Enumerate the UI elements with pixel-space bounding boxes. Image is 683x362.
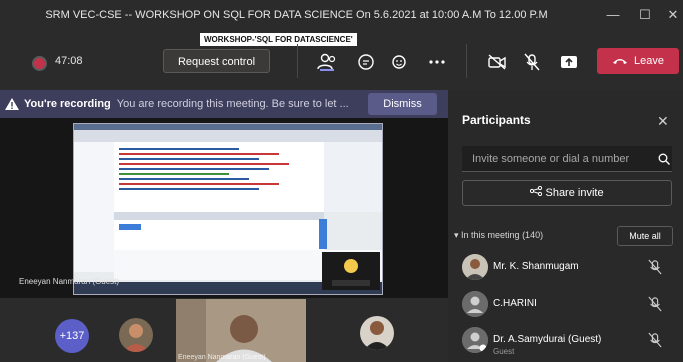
minimize-icon[interactable]: — (600, 5, 626, 25)
recording-banner-title: You're recording (24, 98, 111, 110)
window-title: SRM VEC-CSE -- WORKSHOP ON SQL FOR DATA … (45, 9, 548, 21)
participant-role: Guest (493, 347, 515, 356)
toolbar-divider (466, 44, 467, 78)
leave-label: Leave (634, 55, 664, 67)
recording-banner-message: You are recording this meeting. Be sure … (116, 98, 349, 110)
share-invite-label: Share invite (545, 187, 604, 199)
recording-banner: You're recording You are recording this … (0, 90, 448, 118)
people-icon[interactable] (313, 48, 341, 76)
close-window-icon[interactable]: ✕ (660, 5, 683, 25)
reactions-icon[interactable] (386, 48, 414, 76)
in-meeting-header[interactable]: ▾ In this meeting (140) (454, 230, 543, 241)
warning-icon (5, 98, 19, 110)
panel-title: Participants (462, 113, 531, 127)
dismiss-button[interactable]: Dismiss (368, 93, 437, 115)
chat-icon[interactable] (352, 48, 380, 76)
meeting-subtitle-tag: WORKSHOP-'SQL FOR DATASCIENCE' (200, 33, 357, 46)
avatar (462, 254, 488, 280)
camera-off-icon[interactable] (483, 48, 511, 76)
avatar (462, 291, 488, 317)
participant-avatar[interactable] (119, 318, 153, 352)
participant-name: C.HARINI (493, 298, 537, 309)
video-tile-caption: Eneeyan Nanmaran (Guest) (178, 354, 266, 361)
invite-input[interactable]: Invite someone or dial a number (462, 146, 672, 172)
maximize-icon[interactable]: ☐ (632, 5, 658, 25)
mic-off-icon[interactable] (648, 259, 662, 275)
request-control-button[interactable]: Request control (163, 49, 270, 73)
participant-video-tile (176, 299, 306, 362)
title-bar: SRM VEC-CSE -- WORKSHOP ON SQL FOR DATA … (0, 0, 683, 30)
participant-name: Dr. A.Samydurai (Guest) (493, 334, 602, 345)
mic-off-icon[interactable] (518, 48, 546, 76)
share-invite-button[interactable]: Share invite (462, 180, 672, 206)
participant-row[interactable]: Mr. K. Shanmugam (462, 254, 677, 284)
mute-all-button[interactable]: Mute all (617, 226, 673, 246)
share-icon[interactable] (555, 48, 583, 76)
overflow-count-badge[interactable]: +137 (55, 319, 89, 353)
close-panel-icon[interactable]: ✕ (657, 113, 669, 130)
search-icon[interactable] (658, 153, 670, 165)
phone-hangup-icon (613, 59, 627, 64)
mic-off-icon[interactable] (648, 296, 662, 312)
share-link-icon (530, 185, 543, 197)
toolbar-divider (297, 44, 298, 78)
participant-row[interactable]: C.HARINI (462, 291, 677, 321)
in-meeting-count: In this meeting (140) (461, 230, 544, 240)
mic-off-icon[interactable] (648, 332, 662, 348)
participant-name: Mr. K. Shanmugam (493, 261, 579, 272)
meeting-timer: 47:08 (55, 55, 83, 67)
participant-avatar[interactable] (360, 316, 394, 350)
participant-row[interactable]: Dr. A.Samydurai (Guest) Guest (462, 327, 677, 357)
avatar (462, 327, 488, 353)
presenter-name-label: Eneeyan Nanmaran (Guest) (19, 277, 120, 286)
recording-indicator-icon (32, 56, 47, 71)
presenter-thumbnail (322, 252, 380, 290)
leave-button[interactable]: Leave (597, 48, 679, 74)
more-icon[interactable] (423, 48, 451, 76)
